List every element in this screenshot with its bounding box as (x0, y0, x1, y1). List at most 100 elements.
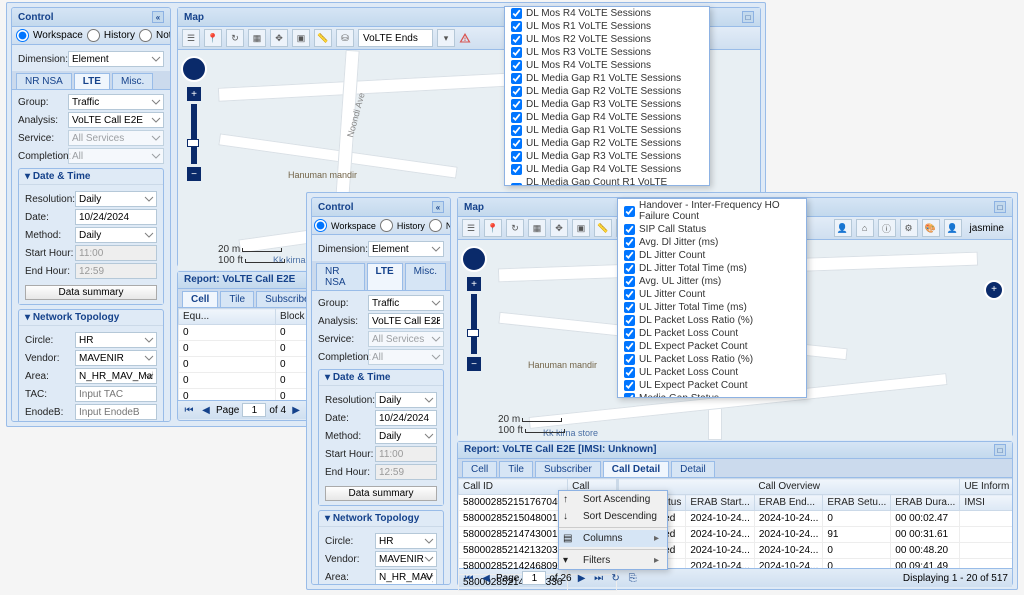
col-header[interactable]: ERAB Start... (686, 495, 755, 511)
checklist-checkbox[interactable] (624, 289, 635, 300)
checklist-checkbox[interactable] (511, 151, 522, 162)
zoom-handle[interactable] (187, 139, 199, 147)
col-header[interactable]: ERAB Dura... (891, 495, 960, 511)
measure-icon[interactable]: 📏 (314, 29, 332, 47)
map2-max-icon[interactable]: □ (994, 201, 1006, 213)
avatar-icon[interactable]: 👤 (944, 219, 962, 237)
tab-cell[interactable]: Cell (182, 291, 218, 307)
pin-icon[interactable]: 📍 (204, 29, 222, 47)
pager2-export-icon[interactable]: ⎘ (626, 571, 640, 585)
checklist-checkbox[interactable] (511, 164, 522, 175)
checklist-item[interactable]: UL Packet Loss Count (618, 366, 806, 379)
checklist-checkbox[interactable] (511, 60, 522, 71)
layers-icon[interactable]: ☰ (182, 29, 200, 47)
select2-icon[interactable]: ▣ (572, 219, 590, 237)
checklist-checkbox[interactable] (624, 237, 635, 248)
checklist-item[interactable]: DL Media Gap R2 VoLTE Sessions (505, 85, 709, 98)
checklist-item[interactable]: UL Jitter Total Time (ms) (618, 301, 806, 314)
checklist-item[interactable]: UL Media Gap R4 VoLTE Sessions (505, 163, 709, 176)
refresh2-icon[interactable]: ↻ (506, 219, 524, 237)
checklist-checkbox[interactable] (511, 183, 522, 187)
palette-icon[interactable]: 🎨 (922, 219, 940, 237)
data-summary2-button[interactable]: Data summary (325, 486, 437, 501)
tab-lte[interactable]: LTE (74, 73, 110, 89)
checklist-item[interactable]: UL Media Gap R3 VoLTE Sessions (505, 150, 709, 163)
checklist-item[interactable]: UL Expect Packet Count (618, 379, 806, 392)
pager-next-icon[interactable]: ▶ (289, 403, 303, 417)
checklist-checkbox[interactable] (624, 263, 635, 274)
pager2-refresh-icon[interactable]: ↻ (609, 571, 623, 585)
checklist-item[interactable]: DL Media Gap Count R1 VoLTE Sessions (505, 176, 709, 186)
checklist-checkbox[interactable] (624, 315, 635, 326)
select-icon[interactable]: ▣ (292, 29, 310, 47)
checklist-checkbox[interactable] (511, 73, 522, 84)
report2-max-icon[interactable]: □ (994, 444, 1006, 456)
history2-radio[interactable] (380, 219, 393, 232)
metrics-checklist[interactable]: Handover - Inter-Frequency HO Failure Co… (617, 198, 807, 398)
checklist-checkbox[interactable] (624, 302, 635, 313)
checklist-item[interactable]: Avg. UL Jitter (ms) (618, 275, 806, 288)
checklist-item[interactable]: DL Mos R4 VoLTE Sessions (505, 7, 709, 20)
home-icon[interactable]: ⌂ (856, 219, 874, 237)
pager-first-icon[interactable]: ⏮ (182, 403, 196, 417)
zoom2-handle[interactable] (467, 329, 479, 337)
notification2-radio[interactable] (429, 219, 442, 232)
map-max-icon[interactable]: □ (742, 11, 754, 23)
checklist-item[interactable]: SIP Call Status (618, 223, 806, 236)
zoom-out-icon[interactable]: − (187, 167, 201, 181)
map2-add-icon[interactable]: + (984, 280, 1004, 300)
checklist-checkbox[interactable] (511, 125, 522, 136)
checklist-item[interactable]: DL Jitter Total Time (ms) (618, 262, 806, 275)
checklist-checkbox[interactable] (511, 86, 522, 97)
pager2-page-input[interactable] (522, 571, 546, 585)
pan2-control[interactable] (461, 246, 487, 272)
measure2-icon[interactable]: 📏 (594, 219, 612, 237)
col-header[interactable]: ERAB End... (754, 495, 823, 511)
circle-select[interactable]: HR (75, 332, 157, 348)
table-row[interactable]: Unspecified2024-10-24...2024-10-24...000… (619, 511, 1013, 527)
pager2-next-icon[interactable]: ▶ (575, 571, 589, 585)
sort-asc-item[interactable]: ↑Sort Ascending (559, 491, 667, 508)
zoom2-track[interactable] (471, 294, 477, 354)
checklist-item[interactable]: UL Jitter Count (618, 288, 806, 301)
tab2-detail[interactable]: Detail (671, 461, 715, 477)
checklist-item[interactable]: UL Packet Loss Ratio (%) (618, 353, 806, 366)
checklist-checkbox[interactable] (624, 367, 635, 378)
checklist-checkbox[interactable] (624, 354, 635, 365)
tac-input[interactable] (75, 386, 157, 402)
pager2-first-icon[interactable]: ⏮ (462, 571, 476, 585)
pan-icon[interactable]: ✥ (270, 29, 288, 47)
checklist-checkbox[interactable] (511, 8, 522, 19)
circle2-select[interactable]: HR (375, 533, 437, 549)
vendor-select[interactable]: MAVENIR (75, 350, 157, 366)
col-header[interactable]: Equ... (179, 309, 276, 325)
dimension2-select[interactable]: Element (368, 241, 444, 257)
checklist-checkbox[interactable] (511, 47, 522, 58)
checklist-item[interactable]: UL Mos R3 VoLTE Sessions (505, 46, 709, 59)
checklist-checkbox[interactable] (511, 138, 522, 149)
pager-prev-icon[interactable]: ◀ (199, 403, 213, 417)
history-radio[interactable] (87, 29, 100, 42)
tab-tile[interactable]: Tile (220, 291, 254, 307)
vendor2-select[interactable]: MAVENIR (375, 551, 437, 567)
checklist-checkbox[interactable] (511, 99, 522, 110)
pager2-prev-icon[interactable]: ◀ (479, 571, 493, 585)
table-row[interactable]: Normal2024-10-24...2024-10-24...000 09:4… (619, 559, 1013, 569)
table-row[interactable]: Unspecified2024-10-24...2024-10-24...000… (619, 543, 1013, 559)
checklist-checkbox[interactable] (624, 250, 635, 261)
tab2-subscriber[interactable]: Subscriber (535, 461, 601, 477)
col-header[interactable]: IMSI (960, 495, 1012, 511)
grid2-icon[interactable]: ▦ (528, 219, 546, 237)
checklist-item[interactable]: DL Expect Packet Count (618, 340, 806, 353)
checklist-item[interactable]: DL Media Gap R4 VoLTE Sessions (505, 111, 709, 124)
server-icon[interactable]: ⛁ (336, 29, 354, 47)
settings-icon[interactable]: ⚙ (900, 219, 918, 237)
checklist-checkbox[interactable] (511, 34, 522, 45)
date2-input[interactable] (375, 410, 437, 426)
resolution2-select[interactable]: Daily (375, 392, 437, 408)
tab2-calldetail[interactable]: Call Detail (603, 461, 669, 477)
analysis-select[interactable]: VoLTE Call E2E (68, 112, 164, 128)
checklist-checkbox[interactable] (624, 328, 635, 339)
pin2-icon[interactable]: 📍 (484, 219, 502, 237)
tab2-lte[interactable]: LTE (367, 263, 403, 290)
